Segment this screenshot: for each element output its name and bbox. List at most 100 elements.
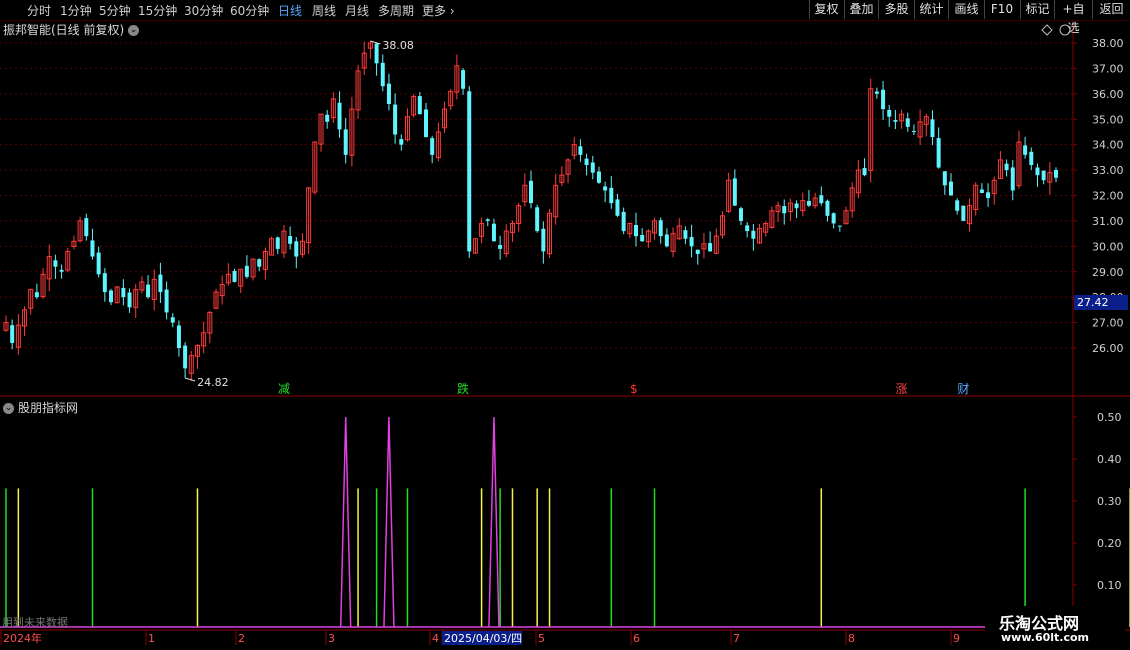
current-price-tag: 27.42 — [1074, 295, 1128, 310]
watermark-sub: www.60lt.com — [1001, 631, 1090, 644]
ind-y-tick-label: 0.10 — [1097, 579, 1122, 592]
period-tab-1[interactable]: 1分钟 — [60, 2, 92, 19]
period-tab-5[interactable]: 60分钟 — [230, 2, 269, 19]
candle-body — [979, 189, 984, 193]
y-tick-label: 32.00 — [1092, 190, 1124, 203]
ind-y-tick-label: 0.30 — [1097, 495, 1122, 508]
candle-body — [541, 228, 546, 252]
candle-body — [491, 223, 496, 242]
period-tab-8[interactable]: 月线 — [345, 2, 369, 19]
toolbar-button-3[interactable]: 统计 — [914, 0, 948, 19]
candle-body — [1041, 170, 1046, 181]
period-tab-4[interactable]: 30分钟 — [184, 2, 223, 19]
candle-body — [683, 230, 688, 239]
x-axis-label: 2 — [238, 632, 245, 645]
candle-body — [603, 186, 608, 191]
candle-body — [615, 199, 620, 216]
candle-body — [689, 236, 694, 247]
candle-body — [164, 289, 169, 313]
y-tick-label: 35.00 — [1092, 113, 1124, 126]
candle-body — [109, 290, 113, 303]
toolbar-button-2[interactable]: 多股 — [878, 0, 914, 19]
candle-body — [485, 219, 490, 221]
y-tick-label: 36.00 — [1092, 88, 1124, 101]
x-axis-label: 3 — [328, 632, 335, 645]
toolbar-button-8[interactable]: 返回 — [1092, 0, 1130, 19]
candle-body — [986, 192, 991, 199]
toolbar-button-1[interactable]: 叠加 — [844, 0, 878, 19]
candle-body — [10, 325, 15, 343]
candle-body — [893, 120, 898, 122]
candle-body — [874, 91, 879, 94]
candle-body — [275, 237, 280, 249]
candle-body — [658, 220, 663, 237]
candle-body — [862, 168, 867, 176]
toolbar-button-0[interactable]: 复权 — [809, 0, 843, 19]
candle-body — [1004, 163, 1009, 171]
candle-body — [732, 178, 737, 206]
candle-body — [1035, 167, 1040, 176]
low-label: 24.82 — [197, 376, 229, 389]
period-tab-6[interactable]: 日线 — [278, 2, 302, 19]
x-axis-label: 9 — [953, 632, 960, 645]
candle-body — [911, 131, 916, 133]
chevron-down-icon[interactable]: ⌄ — [128, 25, 140, 36]
candle-body — [34, 292, 39, 298]
candle-body — [343, 129, 348, 155]
period-tab-10[interactable]: 更多 › — [422, 2, 455, 19]
x-axis-label: 4 — [432, 632, 439, 645]
candle-body — [232, 270, 237, 282]
candle-body — [782, 206, 787, 214]
y-tick-label: 33.00 — [1092, 164, 1124, 177]
candle-body — [609, 187, 614, 204]
candle-body — [102, 273, 107, 293]
candle-body — [176, 325, 181, 348]
candle-body — [751, 230, 756, 239]
diamond-icon — [1041, 24, 1053, 36]
toolbar-button-6[interactable]: 标记 — [1020, 0, 1054, 19]
candle-body — [158, 274, 163, 293]
candle-body — [461, 70, 466, 89]
candle-body — [59, 269, 64, 272]
candle-body — [831, 213, 836, 224]
candle-body — [695, 249, 700, 254]
candle-body — [529, 180, 533, 204]
candle-body — [294, 241, 299, 257]
period-toolbar: 分时 1分钟 5分钟 15分钟 30分钟 60分钟 日线 周线 月线 多周期 更多 › 复权 叠加 多股统… — [0, 0, 1130, 35]
y-tick-label: 27.00 — [1092, 317, 1124, 330]
candle-body — [794, 203, 799, 209]
ind-y-tick-label: 0.20 — [1097, 537, 1122, 550]
candle-body — [664, 234, 669, 247]
toolbar-button-5[interactable]: F10 — [984, 0, 1019, 19]
candle-body — [53, 260, 58, 267]
candle-body — [257, 259, 262, 267]
candle-body — [84, 218, 89, 237]
period-tab-2[interactable]: 5分钟 — [99, 2, 131, 19]
candle-body — [640, 235, 645, 242]
event-marker: 减 — [278, 382, 290, 396]
candle-body — [634, 225, 638, 237]
candle-body — [942, 171, 947, 186]
period-tab-7[interactable]: 周线 — [312, 2, 336, 19]
chevron-down-icon[interactable]: ⌄ — [3, 403, 14, 414]
candle-body — [417, 96, 422, 115]
x-axis-label: 2024年 — [3, 631, 42, 645]
candle-body — [90, 240, 95, 257]
candle-body — [386, 83, 391, 104]
y-tick-label: 38.00 — [1092, 37, 1124, 50]
period-tab-3[interactable]: 15分钟 — [138, 2, 177, 19]
period-tab-9[interactable]: 多周期 — [378, 2, 414, 19]
toolbar-button-4[interactable]: 画线 — [948, 0, 984, 19]
candle-body — [819, 195, 824, 204]
candle-body — [337, 102, 342, 130]
candle-body — [535, 207, 540, 232]
toolbar-button-7[interactable]: +自选 — [1054, 0, 1092, 35]
period-tab-0[interactable]: 分时 — [27, 2, 51, 19]
candle-body — [498, 245, 503, 249]
event-marker: $ — [630, 382, 638, 396]
candle-body — [961, 205, 966, 221]
candle-body — [806, 200, 811, 206]
candle-body — [244, 265, 249, 277]
candle-body — [430, 138, 435, 155]
signal-peak-magenta — [383, 416, 395, 628]
